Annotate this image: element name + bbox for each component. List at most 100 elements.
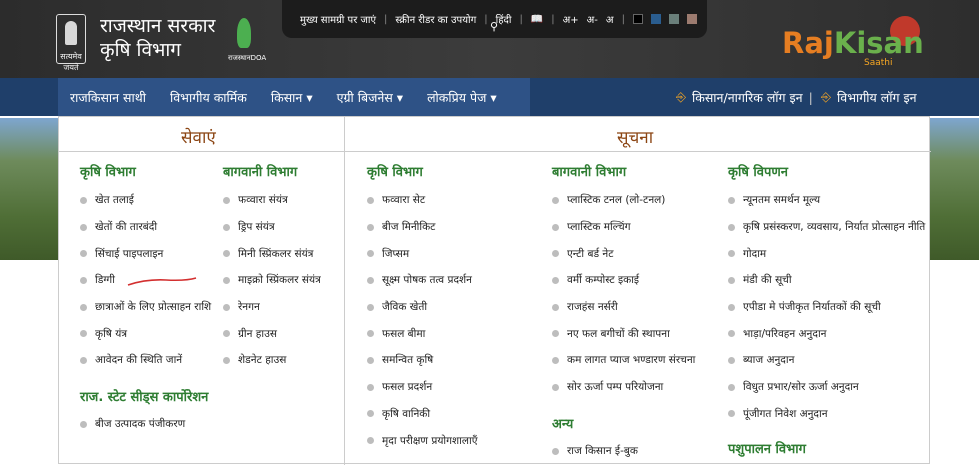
logo-text-kisan: Kisan xyxy=(833,26,924,60)
theme-brown-swatch[interactable] xyxy=(686,14,697,24)
list-item[interactable]: खेत तलाई xyxy=(80,187,211,214)
dept-login-link[interactable]: ⎆ विभागीय लॉग इन xyxy=(821,78,917,116)
list-item[interactable]: माइक्रो स्प्रिंकलर संयंत्र xyxy=(223,267,321,294)
anya-heading: अन्य xyxy=(552,417,574,432)
nav-kisan-dropdown[interactable]: किसान ▾ xyxy=(259,89,325,106)
list-item[interactable]: कम लागत प्याज भण्डारण संरचना xyxy=(552,347,695,374)
seva-krishi-heading: कृषि विभाग xyxy=(80,165,136,180)
list-item[interactable]: पूंजीगत निवेश अनुदान xyxy=(728,401,930,428)
gov-title[interactable]: राजस्थान सरकार कृषि विभाग xyxy=(100,14,215,62)
seeds-corp-heading: राज. स्टेट सीड्स कार्पोरेशन xyxy=(80,390,209,405)
suchna-bagwani-heading: बागवानी विभाग xyxy=(552,165,627,180)
list-item[interactable]: फव्वारा सेट xyxy=(367,187,478,214)
list-item[interactable]: खेतों की तारबंदी xyxy=(80,214,211,241)
divider xyxy=(345,151,931,152)
emblem-caption: सत्यमेव जयते xyxy=(60,52,82,72)
list-item[interactable]: एन्टी बर्ड नेट xyxy=(552,240,695,267)
seva-bagwani-heading: बागवानी विभाग xyxy=(223,165,298,180)
list-item[interactable]: विधुत प्रभार/सोर ऊर्जा अनुदान xyxy=(728,374,930,401)
list-item[interactable]: मृदा परीक्षण प्रयोगशालाएँ xyxy=(367,427,478,454)
list-item[interactable]: रेनगन xyxy=(223,294,321,321)
search-icon[interactable]: ⚲ xyxy=(490,20,498,33)
list-item[interactable]: फव्वारा संयंत्र xyxy=(223,187,321,214)
suchna-bagwani-list: प्लास्टिक टनल (लो-टनल) प्लास्टिक मल्चिंग… xyxy=(552,187,695,401)
font-increase-button[interactable]: अ+ xyxy=(563,12,579,26)
farmer-login-link[interactable]: ⎆ किसान/नागरिक लॉग इन | xyxy=(676,78,813,116)
chevron-down-icon: ▾ xyxy=(306,89,313,105)
chevron-down-icon: ▾ xyxy=(396,89,404,105)
list-item[interactable]: वर्मी कम्पोस्ट इकाई xyxy=(552,267,695,294)
list-item[interactable]: सूक्ष्म पोषक तत्व प्रदर्शन xyxy=(367,267,478,294)
list-item[interactable]: जिप्सम xyxy=(367,240,478,267)
seeds-corp-list: बीज उत्पादक पंजीकरण xyxy=(80,411,185,438)
divider: | xyxy=(519,13,523,25)
pashu-heading: पशुपालन विभाग xyxy=(728,442,806,457)
list-item[interactable]: बीज उत्पादक पंजीकरण xyxy=(80,411,185,438)
farmer-login-label: किसान/नागरिक लॉग इन xyxy=(692,89,803,105)
nav-rajkisan-saathi[interactable]: राजकिसान साथी xyxy=(58,89,158,106)
nav-departmental-staff[interactable]: विभागीय कार्मिक xyxy=(158,89,259,106)
list-item[interactable]: फसल प्रदर्शन xyxy=(367,374,478,401)
list-item[interactable]: कृषि यंत्र xyxy=(80,320,211,347)
font-reset-button[interactable]: अ xyxy=(606,12,614,26)
list-item[interactable]: मंडी की सूची xyxy=(728,267,930,294)
list-item[interactable]: प्लास्टिक मल्चिंग xyxy=(552,214,695,241)
font-decrease-button[interactable]: अ- xyxy=(587,12,598,26)
list-item[interactable]: जैविक खेती xyxy=(367,294,478,321)
list-item[interactable]: फसल बीमा xyxy=(367,320,478,347)
list-item[interactable]: मिनी स्प्रिंकलर संयंत्र xyxy=(223,240,321,267)
divider: | xyxy=(808,89,813,105)
list-item[interactable]: सिंचाई पाइपलाइन xyxy=(80,240,211,267)
seva-heading: सेवाएं xyxy=(181,128,216,148)
list-item[interactable]: ड्रिप संयंत्र xyxy=(223,214,321,241)
nav-agri-business-label: एग्री बिजनेस xyxy=(336,89,393,105)
screen-reader-link[interactable]: स्क्रीन रीडर का उपयोग xyxy=(395,12,476,26)
gov-title-line2: कृषि विभाग xyxy=(100,39,181,61)
red-underline-annotation xyxy=(127,277,197,286)
vipnan-list: न्यूनतम समर्थन मूल्य कृषि प्रसंस्करण, व्… xyxy=(728,187,930,427)
divider: | xyxy=(621,13,625,25)
column-divider xyxy=(344,117,345,465)
divider: | xyxy=(484,13,488,25)
list-item[interactable]: समन्वित कृषि xyxy=(367,347,478,374)
user-login-icon: ⎆ xyxy=(821,89,832,104)
list-item[interactable]: राजहंस नर्सरी xyxy=(552,294,695,321)
list-item[interactable]: बीज मिनीकिट xyxy=(367,214,478,241)
suchna-krishi-list: फव्वारा सेट बीज मिनीकिट जिप्सम सूक्ष्म प… xyxy=(367,187,478,454)
list-item[interactable]: शेडनेट हाउस xyxy=(223,347,321,374)
list-item[interactable]: छात्राओं के लिए प्रोत्साहन राशि xyxy=(80,294,211,321)
user-login-icon: ⎆ xyxy=(676,89,687,104)
theme-grey-swatch[interactable] xyxy=(668,14,679,24)
skip-to-content-link[interactable]: मुख्य सामग्री पर जाएं xyxy=(300,12,376,26)
divider xyxy=(59,151,344,152)
list-item[interactable]: न्यूनतम समर्थन मूल्य xyxy=(728,187,930,214)
anya-list: राज किसान ई-बुक xyxy=(552,438,638,465)
list-item[interactable]: कृषि प्रसंस्करण, व्यवसाय, निर्यात प्रोत्… xyxy=(728,214,930,241)
list-item[interactable]: गोदाम xyxy=(728,240,930,267)
doa-logo[interactable]: राजस्थानDOA xyxy=(228,16,266,64)
divider: | xyxy=(551,13,555,25)
divider: | xyxy=(384,13,388,25)
nav-popular-pages-dropdown[interactable]: लोकप्रिय पेज ▾ xyxy=(415,89,509,106)
logo-text-raj: Raj xyxy=(782,26,834,60)
list-item[interactable]: सोर ऊर्जा पम्प परियोजना xyxy=(552,374,695,401)
list-item[interactable]: आवेदन की स्थिति जानें xyxy=(80,347,211,374)
theme-blue-swatch[interactable] xyxy=(650,14,661,24)
doa-caption: राजस्थानDOA xyxy=(228,54,267,62)
list-item[interactable]: ब्याज अनुदान xyxy=(728,347,930,374)
rajkisan-saathi-logo[interactable]: RajKisan Saathi xyxy=(778,12,938,72)
main-nav: राजकिसान साथी विभागीय कार्मिक किसान ▾ एग… xyxy=(58,78,530,116)
list-item[interactable]: कृषि वानिकी xyxy=(367,401,478,428)
list-item[interactable]: राज किसान ई-बुक xyxy=(552,438,638,465)
list-item[interactable]: नए फल बगीचों की स्थापना xyxy=(552,320,695,347)
list-item[interactable]: ग्रीन हाउस xyxy=(223,320,321,347)
list-item[interactable]: प्लास्टिक टनल (लो-टनल) xyxy=(552,187,695,214)
logo-text: RajKisan xyxy=(782,26,924,60)
nav-agri-business-dropdown[interactable]: एग्री बिजनेस ▾ xyxy=(325,89,415,106)
state-emblem-logo[interactable]: सत्यमेव जयते xyxy=(56,14,86,72)
book-icon[interactable]: 📖 xyxy=(531,14,543,25)
list-item[interactable]: भाड़ा/परिवहन अनुदान xyxy=(728,320,930,347)
chevron-down-icon: ▾ xyxy=(490,89,497,105)
theme-black-swatch[interactable] xyxy=(632,14,643,24)
list-item[interactable]: एपीडा मे पंजीकृत निर्यातकों की सूची xyxy=(728,294,930,321)
